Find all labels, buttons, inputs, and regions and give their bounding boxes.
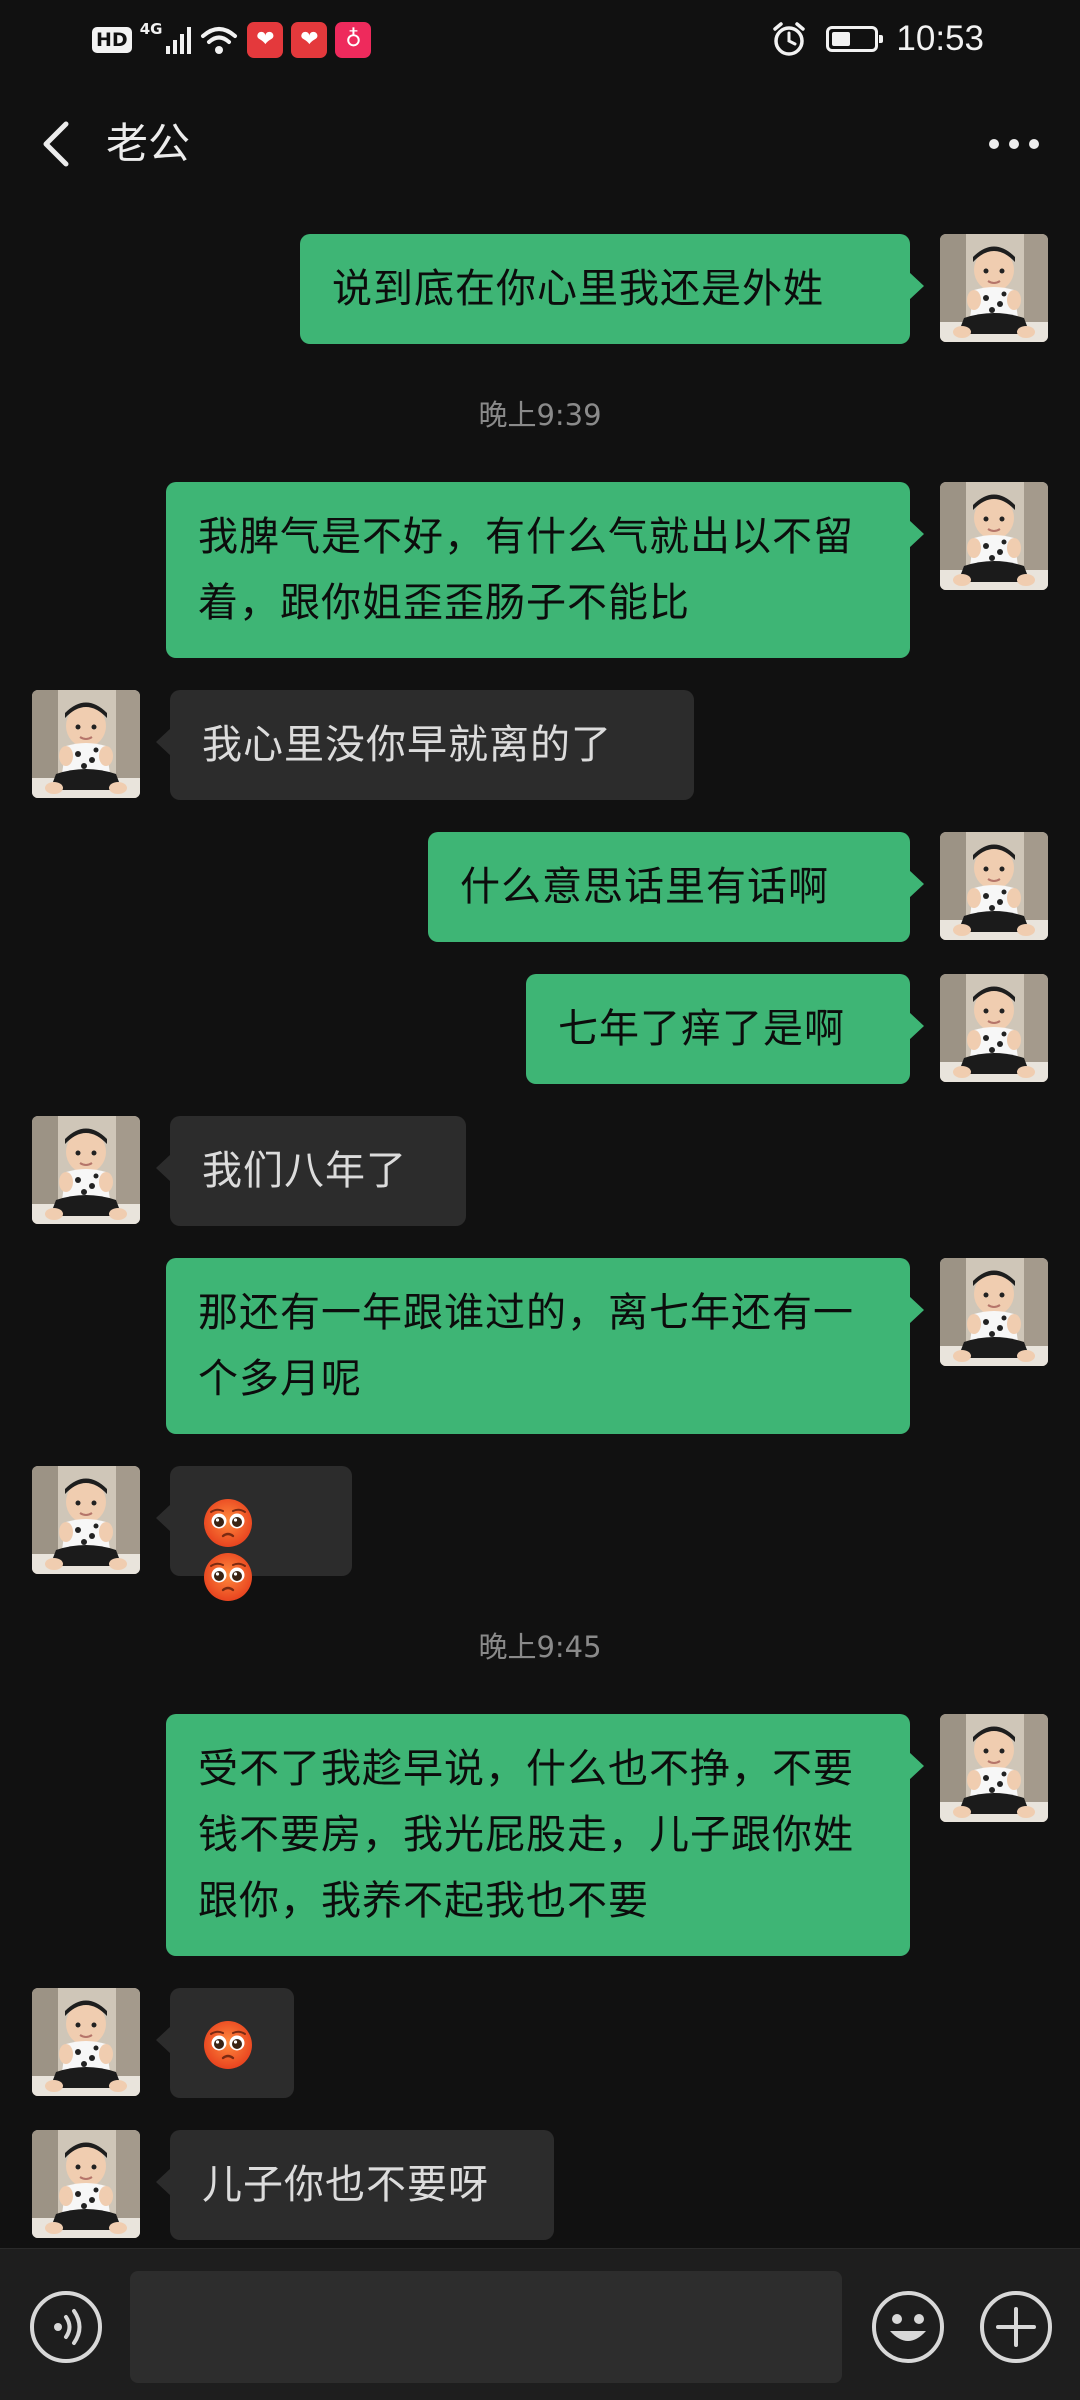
chevron-left-icon xyxy=(43,121,69,167)
status-left: HD 4G ❤ ❤ ♁ xyxy=(92,18,372,62)
emoji-icon xyxy=(872,2291,944,2363)
message-bubble[interactable] xyxy=(156,1466,352,1601)
contact-avatar[interactable] xyxy=(32,1466,140,1574)
chat-screen: HD 4G ❤ ❤ ♁ 10:53 老公 说到底在你心里我还是外姓 晚上9:39… xyxy=(0,0,1080,2400)
back-button[interactable] xyxy=(28,112,92,176)
baby-avatar-image xyxy=(940,1258,1048,1366)
timestamp-divider: 晚上9:45 xyxy=(478,1630,602,1664)
status-right: 10:53 xyxy=(770,14,984,64)
message-bubble[interactable]: 我们八年了 xyxy=(156,1116,466,1226)
baby-avatar-image xyxy=(32,1116,140,1224)
contact-avatar[interactable] xyxy=(32,1116,140,1224)
message-text: 我们八年了 xyxy=(202,1148,407,1194)
incoming-message xyxy=(0,1988,1080,2098)
more-functions-button[interactable] xyxy=(978,2289,1054,2365)
message-bubble[interactable] xyxy=(156,1988,294,2098)
incoming-message: 儿子你也不要呀 xyxy=(0,2130,1080,2240)
voice-button[interactable] xyxy=(28,2289,104,2365)
network-type: 4G xyxy=(139,20,163,38)
outgoing-message: 我脾气是不好，有什么气就出以不留着，跟你姐歪歪肠子不能比 xyxy=(0,482,1080,658)
clock: 10:53 xyxy=(896,19,984,58)
pleading-face-emoji xyxy=(204,1553,252,1601)
pleading-face-emoji xyxy=(204,1499,252,1547)
notification-app-icon: ♁ xyxy=(335,22,372,58)
message-text: 儿子你也不要呀 xyxy=(202,2162,489,2208)
signal-icon xyxy=(166,26,192,54)
my-avatar[interactable] xyxy=(940,234,1048,342)
baby-avatar-image xyxy=(940,234,1048,342)
message-bubble[interactable]: 说到底在你心里我还是外姓 xyxy=(300,234,924,344)
contact-avatar[interactable] xyxy=(32,690,140,798)
message-text: 我心里没你早就离的了 xyxy=(202,722,612,768)
my-avatar[interactable] xyxy=(940,1258,1048,1366)
message-bubble[interactable]: 七年了痒了是啊 xyxy=(526,974,924,1084)
message-bubble[interactable]: 那还有一年跟谁过的，离七年还有一个多月呢 xyxy=(166,1258,924,1434)
my-avatar[interactable] xyxy=(940,482,1048,590)
contact-avatar[interactable] xyxy=(32,1988,140,2096)
timestamp-divider: 晚上9:39 xyxy=(478,398,602,432)
outgoing-message: 受不了我趁早说，什么也不挣，不要钱不要房，我光屁股走，儿子跟你姓跟你，我养不起我… xyxy=(0,1714,1080,1956)
wifi-icon xyxy=(199,24,239,56)
baby-avatar-image xyxy=(940,1714,1048,1822)
baby-avatar-image xyxy=(32,1466,140,1574)
hd-badge: HD xyxy=(92,27,132,53)
alarm-icon xyxy=(770,20,808,58)
baby-avatar-image xyxy=(32,2130,140,2238)
message-text: 我脾气是不好，有什么气就出以不留着，跟你姐歪歪肠子不能比 xyxy=(198,514,854,626)
baby-avatar-image xyxy=(32,690,140,798)
message-text: 七年了痒了是啊 xyxy=(558,1006,845,1052)
status-bar: HD 4G ❤ ❤ ♁ 10:53 xyxy=(0,0,1080,80)
battery-icon xyxy=(826,26,884,52)
incoming-message xyxy=(0,1466,1080,1601)
baby-avatar-image xyxy=(940,974,1048,1082)
outgoing-message: 七年了痒了是啊 xyxy=(0,974,1080,1084)
my-avatar[interactable] xyxy=(940,832,1048,940)
voice-icon xyxy=(30,2291,102,2363)
message-bubble[interactable]: 受不了我趁早说，什么也不挣，不要钱不要房，我光屁股走，儿子跟你姓跟你，我养不起我… xyxy=(166,1714,924,1956)
contact-avatar[interactable] xyxy=(32,2130,140,2238)
baby-avatar-image xyxy=(32,1988,140,2096)
more-dots-icon xyxy=(989,139,1039,149)
notification-app-icon: ❤ xyxy=(291,22,328,58)
input-bar xyxy=(0,2248,1080,2400)
incoming-message: 我心里没你早就离的了 xyxy=(0,690,1080,800)
message-bubble[interactable]: 儿子你也不要呀 xyxy=(156,2130,554,2240)
notification-app-icon: ❤ xyxy=(247,22,284,58)
my-avatar[interactable] xyxy=(940,1714,1048,1822)
my-avatar[interactable] xyxy=(940,974,1048,1082)
chat-header: 老公 xyxy=(0,80,1080,208)
message-bubble[interactable]: 我脾气是不好，有什么气就出以不留着，跟你姐歪歪肠子不能比 xyxy=(166,482,924,658)
message-bubble[interactable]: 我心里没你早就离的了 xyxy=(156,690,694,800)
baby-avatar-image xyxy=(940,482,1048,590)
message-text: 说到底在你心里我还是外姓 xyxy=(332,266,824,312)
message-text: 受不了我趁早说，什么也不挣，不要钱不要房，我光屁股走，儿子跟你姓跟你，我养不起我… xyxy=(198,1746,854,1924)
emoji-button[interactable] xyxy=(870,2289,946,2365)
outgoing-message: 什么意思话里有话啊 xyxy=(0,832,1080,942)
chat-title: 老公 xyxy=(106,119,191,168)
outgoing-message: 说到底在你心里我还是外姓 xyxy=(0,234,1080,344)
baby-avatar-image xyxy=(940,832,1048,940)
incoming-message: 我们八年了 xyxy=(0,1116,1080,1226)
message-input[interactable] xyxy=(130,2271,842,2383)
message-text: 什么意思话里有话啊 xyxy=(460,864,829,910)
pleading-face-emoji xyxy=(204,2021,252,2069)
message-bubble[interactable]: 什么意思话里有话啊 xyxy=(428,832,924,942)
more-button[interactable] xyxy=(982,116,1046,172)
outgoing-message: 那还有一年跟谁过的，离七年还有一个多月呢 xyxy=(0,1258,1080,1434)
plus-icon xyxy=(980,2291,1052,2363)
message-text: 那还有一年跟谁过的，离七年还有一个多月呢 xyxy=(198,1290,854,1402)
